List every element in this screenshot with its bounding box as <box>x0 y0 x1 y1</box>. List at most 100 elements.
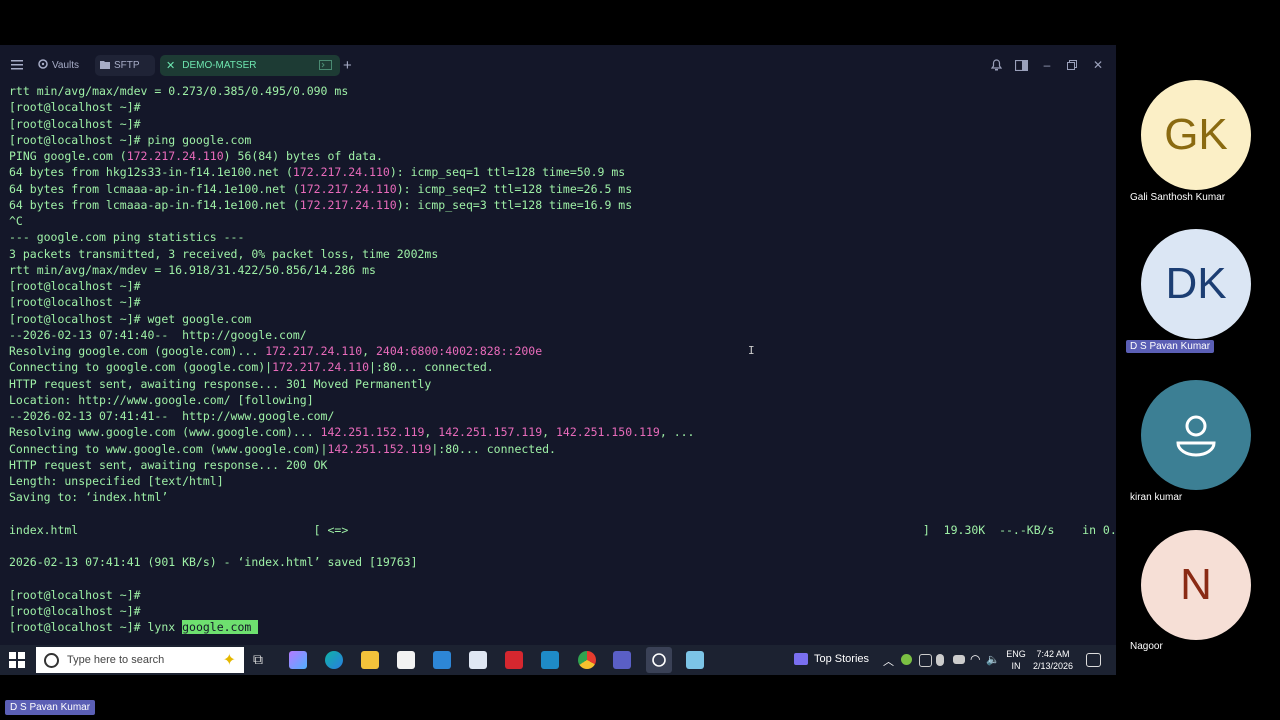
tray-webcam-icon[interactable] <box>953 655 965 664</box>
microphone-icon[interactable] <box>936 654 944 666</box>
clock[interactable]: 7:42 AM 2/13/2026 <box>1031 649 1075 671</box>
close-icon[interactable]: ✕ <box>166 59 175 72</box>
terminal-text: 172.217.24.110 <box>265 344 363 358</box>
avatar-initials: GK <box>1164 110 1228 159</box>
top-stories-label: Top Stories <box>814 653 870 665</box>
terminal-line: 3 packets transmitted, 3 received, 0% pa… <box>9 246 438 262</box>
active-speaker-badge: D S Pavan Kumar <box>5 700 96 715</box>
remote-desktop-icon[interactable] <box>541 651 559 669</box>
terminal-line: Connecting to google.com (google.com)|17… <box>9 359 494 375</box>
folder-icon <box>100 60 110 72</box>
terminal-text: 142.251.152.119 <box>320 425 425 440</box>
terminal-text: --2026-02-13 07:41:40-- http://google.co… <box>9 327 307 342</box>
terminal-output[interactable]: rtt min/avg/max/mdev = 0.273/0.385/0.495… <box>9 83 1138 643</box>
terminal-text: 2026-02-13 07:41:41 (901 KB/s) - ‘index.… <box>9 555 418 570</box>
new-tab-plus-icon[interactable]: + <box>343 55 352 75</box>
minimize-icon[interactable]: – <box>1037 55 1057 75</box>
chrome-browser-icon[interactable] <box>578 651 596 669</box>
terminal-text: ): icmp_seq=3 ttl=128 time=16.9 ms <box>396 197 633 212</box>
clock-time: 7:42 AM <box>1036 649 1070 659</box>
tray-display-icon[interactable] <box>919 654 932 667</box>
avatar[interactable] <box>1141 380 1251 490</box>
snipping-tool-icon[interactable] <box>686 651 704 669</box>
windows-start-icon[interactable] <box>9 652 25 668</box>
terminal-text: 142.251.157.119 <box>438 425 543 440</box>
termius-active-icon[interactable] <box>646 647 672 673</box>
terminal-text: Length: unspecified [text/html] <box>9 474 224 488</box>
terminal-line: [root@localhost ~]# <box>9 99 141 115</box>
terminal-line: [root@localhost ~]# lynx google.com <box>9 619 259 635</box>
tab-label: DEMO-MATSER <box>182 60 257 71</box>
menu-icon[interactable] <box>11 55 23 75</box>
terminal-text: HTTP request sent, awaiting response... … <box>9 457 328 472</box>
terminal-text: [root@localhost ~]# <box>9 100 141 115</box>
terminal-text: [root@localhost ~]# <box>9 295 141 310</box>
terminal-line: [root@localhost ~]# <box>9 603 141 619</box>
tab-demo-matser[interactable]: ✕ DEMO-MATSER <box>160 55 340 76</box>
terminal-line: HTTP request sent, awaiting response... … <box>9 376 431 392</box>
restore-icon[interactable] <box>1062 55 1082 75</box>
chevron-up-icon[interactable]: ︿ <box>883 653 894 669</box>
news-icon <box>794 653 808 665</box>
terminal-line: --2026-02-13 07:41:40-- http://google.co… <box>9 327 307 343</box>
terminal-line: --2026-02-13 07:41:41-- http://www.googl… <box>9 408 334 424</box>
teams-icon[interactable] <box>613 651 631 669</box>
avatar[interactable]: GK <box>1141 80 1251 190</box>
copilot-icon[interactable] <box>289 651 307 669</box>
avatar[interactable]: N <box>1141 530 1251 640</box>
top-stories-widget[interactable]: Top Stories <box>794 653 869 665</box>
terminal-text: |:80... connected. <box>369 360 494 375</box>
terminal-text: rtt min/avg/max/mdev = 16.918/31.422/50.… <box>9 262 376 277</box>
taskbar-search-box[interactable]: Type here to search ✦ <box>36 647 244 673</box>
tab-sftp[interactable]: SFTP <box>95 55 155 76</box>
terminal-line: [root@localhost ~]# <box>9 116 141 132</box>
participant-name: Gali Santhosh Kumar <box>1130 192 1226 203</box>
terminal-text: , <box>424 425 439 440</box>
outlook-icon[interactable] <box>433 651 451 669</box>
file-explorer-icon[interactable] <box>361 651 379 669</box>
terminal-text: 172.217.24.110 <box>299 181 397 196</box>
close-window-icon[interactable]: ✕ <box>1088 55 1108 75</box>
terminal-text: [root@localhost ~]# wget google.com <box>9 311 252 326</box>
search-placeholder: Type here to search <box>67 654 165 666</box>
terminal-text: , ... <box>659 425 695 440</box>
terminal-line: index.html [ <=> ] 19.30K --.-KB/s in 0.… <box>9 522 1138 538</box>
notifications-icon[interactable] <box>1086 653 1101 667</box>
tab-label: Vaults <box>52 60 80 71</box>
participant-name: Nagoor <box>1130 641 1163 652</box>
terminal-text: Resolving google.com (google.com)... <box>9 344 266 358</box>
terminal-text: 142.251.152.119 <box>327 441 432 456</box>
terminal-text: 172.217.24.110 <box>272 360 370 375</box>
split-panel-icon[interactable] <box>1011 55 1031 75</box>
microsoft-store-icon[interactable] <box>397 651 415 669</box>
notepad-app-icon[interactable] <box>469 651 487 669</box>
title-bar: Vaults SFTP ✕ DEMO-MATSER + – ✕ <box>0 45 1116 83</box>
terminal-text: ^C <box>9 214 23 228</box>
terminal-text: --2026-02-13 07:41:41-- http://www.googl… <box>9 409 335 423</box>
language-indicator[interactable]: ENG IN <box>1005 649 1027 671</box>
terminal-text: HTTP request sent, awaiting response... … <box>9 376 432 391</box>
avatar[interactable]: DK <box>1141 229 1251 339</box>
region-code: IN <box>1011 661 1021 671</box>
edge-browser-icon[interactable] <box>325 651 343 669</box>
tray-app-icon[interactable] <box>901 654 912 665</box>
person-icon <box>1176 415 1216 457</box>
bell-icon[interactable] <box>986 55 1006 75</box>
terminal-line: rtt min/avg/max/mdev = 16.918/31.422/50.… <box>9 262 376 278</box>
terminal-text: [root@localhost ~]# <box>9 116 141 131</box>
terminal-text: Connecting to google.com (google.com)| <box>9 360 273 375</box>
task-view-icon[interactable]: ⧉ <box>253 651 271 669</box>
wifi-icon[interactable]: ◠ <box>970 652 980 666</box>
windows-taskbar: Type here to search ✦ ⧉ Top Stories ︿ ◠ … <box>0 645 1116 675</box>
volume-icon[interactable]: 🔈 <box>986 653 1000 666</box>
terminal-line: Resolving www.google.com (www.google.com… <box>9 424 694 440</box>
wps-office-icon[interactable] <box>505 651 523 669</box>
tab-vaults[interactable]: Vaults <box>33 55 94 76</box>
terminal-text: [root@localhost ~]# <box>9 604 141 618</box>
terminal-text: [root@localhost ~]# lynx <box>9 620 183 635</box>
terminal-line: [root@localhost ~]# <box>9 278 141 294</box>
participants-panel: GK Gali Santhosh Kumar DK D S Pavan Kuma… <box>1116 0 1280 720</box>
terminal-text: Resolving www.google.com (www.google.com… <box>9 425 321 440</box>
terminal-text: Connecting to www.google.com (www.google… <box>9 441 328 456</box>
search-icon <box>44 652 59 668</box>
